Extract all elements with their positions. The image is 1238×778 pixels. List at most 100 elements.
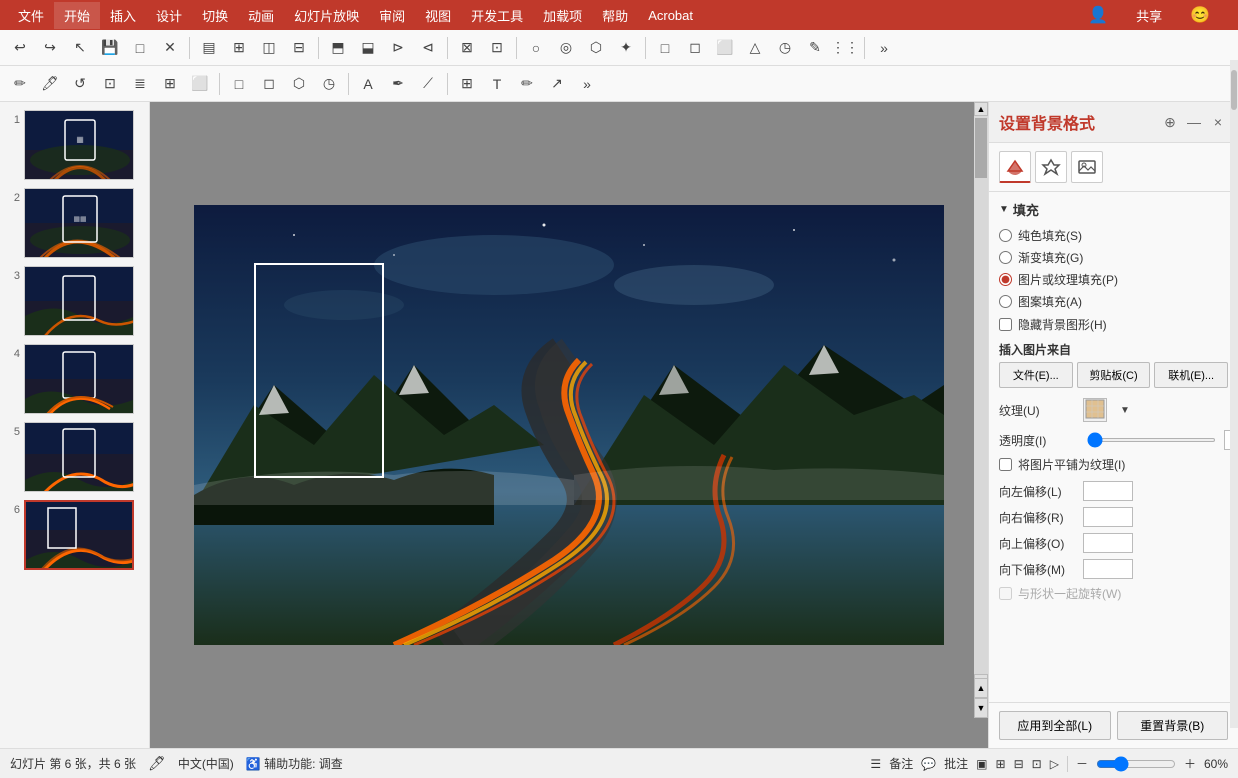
slide-image-3[interactable] (24, 266, 134, 336)
view-reading-button[interactable]: ⊡ (1032, 757, 1042, 771)
menu-review[interactable]: 审阅 (369, 2, 415, 29)
tb2-btn-4[interactable]: ⊡ (96, 70, 124, 98)
menu-insert[interactable]: 插入 (100, 2, 146, 29)
slide-thumb-3[interactable]: 3 (6, 266, 143, 336)
undo-button[interactable]: ↩ (6, 34, 34, 62)
slide-thumb-6[interactable]: 6 (6, 500, 143, 570)
scroll-thumb[interactable] (975, 118, 987, 178)
tb-btn-1[interactable]: ▤ (195, 34, 223, 62)
tb2-btn-1[interactable]: ✏ (6, 70, 34, 98)
menu-home[interactable]: 开始 (54, 2, 100, 29)
view-outline-button[interactable]: ⊞ (996, 757, 1006, 771)
tb-btn-2[interactable]: ⊞ (225, 34, 253, 62)
language-indicator[interactable]: 中文(中国) (178, 755, 234, 772)
tb-btn-5[interactable]: ⬒ (324, 34, 352, 62)
zoom-slider[interactable] (1096, 756, 1176, 772)
menu-animation[interactable]: 动画 (238, 2, 284, 29)
accessibility-indicator[interactable]: ♿ 辅助功能: 调查 (246, 755, 343, 772)
view-slide-sorter-button[interactable]: ⊟ (1014, 757, 1024, 771)
save-button[interactable]: 💾 (96, 34, 124, 62)
tb-btn-14[interactable]: ✦ (612, 34, 640, 62)
comments-button[interactable]: 批注 (944, 755, 968, 772)
tb2-btn-11[interactable]: ◷ (315, 70, 343, 98)
tb2-btn-5[interactable]: ≣ (126, 70, 154, 98)
slide-thumb-5[interactable]: 5 (6, 422, 143, 492)
notes-button[interactable]: 备注 (889, 755, 913, 772)
slide-image-5[interactable] (24, 422, 134, 492)
tb2-btn-8[interactable]: □ (225, 70, 253, 98)
tb-btn-13[interactable]: ⬡ (582, 34, 610, 62)
tb2-btn-9[interactable]: ◻ (255, 70, 283, 98)
zoom-out-button[interactable]: － (1076, 755, 1088, 772)
view-slideshow-button[interactable]: ▷ (1050, 757, 1059, 771)
slide-thumb-4[interactable]: 4 (6, 344, 143, 414)
texture-picker-button[interactable] (1083, 398, 1107, 422)
panel-pin-button[interactable]: ⊕ (1160, 112, 1180, 132)
more2-button[interactable]: » (573, 70, 601, 98)
menu-acrobat[interactable]: Acrobat (638, 4, 703, 27)
offset-down-input[interactable]: 0% (1083, 559, 1133, 579)
slide-thumb-2[interactable]: 2 ▦▦ (6, 188, 143, 258)
rotate-with-shape-checkbox[interactable] (999, 587, 1012, 600)
cursor-button[interactable]: ↖ (66, 34, 94, 62)
picture-fill-option[interactable]: 图片或纹理填充(P) (999, 271, 1228, 288)
tb2-btn-6[interactable]: ⊞ (156, 70, 184, 98)
tb-btn-7[interactable]: ⊳ (384, 34, 412, 62)
menu-file[interactable]: 文件 (8, 2, 54, 29)
rotate-with-shape-option[interactable]: 与形状一起旋转(W) (999, 585, 1228, 602)
hide-bg-option[interactable]: 隐藏背景图形(H) (999, 316, 1228, 333)
tb-btn-12[interactable]: ◎ (552, 34, 580, 62)
tb2-btn-2[interactable]: 🖊 (36, 70, 64, 98)
tb2-btn-16[interactable]: T (483, 70, 511, 98)
menu-view[interactable]: 视图 (415, 2, 461, 29)
tb2-btn-10[interactable]: ⬡ (285, 70, 313, 98)
menu-design[interactable]: 设计 (146, 2, 192, 29)
tb-btn-6[interactable]: ⬓ (354, 34, 382, 62)
slide-image-4[interactable] (24, 344, 134, 414)
tb2-btn-14[interactable]: ⟋ (414, 70, 442, 98)
online-button[interactable]: 联机(E)... (1154, 362, 1228, 388)
menu-help[interactable]: 帮助 (592, 2, 638, 29)
solid-fill-radio[interactable] (999, 229, 1012, 242)
gradient-fill-option[interactable]: 渐变填充(G) (999, 249, 1228, 266)
prev-slide-button[interactable]: ▲ (974, 678, 988, 698)
offset-right-input[interactable]: 0% (1083, 507, 1133, 527)
next-slide-button[interactable]: ▼ (974, 698, 988, 718)
menu-transition[interactable]: 切换 (192, 2, 238, 29)
zoom-in-button[interactable]: ＋ (1184, 755, 1196, 772)
tb-btn-11[interactable]: ○ (522, 34, 550, 62)
reset-background-button[interactable]: 重置背景(B) (1117, 711, 1229, 740)
quicksave-button[interactable]: □ (126, 34, 154, 62)
menu-dev[interactable]: 开发工具 (461, 2, 533, 29)
solid-fill-option[interactable]: 纯色填充(S) (999, 227, 1228, 244)
tb-btn-15[interactable]: □ (651, 34, 679, 62)
share-button[interactable]: 共享 (1126, 2, 1172, 29)
file-button[interactable]: 文件(E)... (999, 362, 1073, 388)
tb-btn-9[interactable]: ⊠ (453, 34, 481, 62)
tb2-btn-17[interactable]: ✏ (513, 70, 541, 98)
zoom-level[interactable]: 60% (1204, 757, 1228, 771)
gradient-fill-radio[interactable] (999, 251, 1012, 264)
fill-icon-button[interactable] (999, 151, 1031, 183)
texture-dropdown-button[interactable]: ▼ (1111, 396, 1139, 424)
redo-button[interactable]: ↪ (36, 34, 64, 62)
transparency-slider[interactable] (1087, 438, 1216, 442)
view-normal-button[interactable]: ▣ (976, 757, 987, 771)
picture-fill-radio[interactable] (999, 273, 1012, 286)
panel-close-button[interactable]: × (1208, 112, 1228, 132)
scroll-up-button[interactable]: ▲ (974, 102, 988, 116)
panel-minimize-button[interactable]: — (1184, 112, 1204, 132)
more-button[interactable]: » (870, 34, 898, 62)
close-button[interactable]: ✕ (156, 34, 184, 62)
offset-left-input[interactable]: 0% (1083, 481, 1133, 501)
tb-btn-3[interactable]: ◫ (255, 34, 283, 62)
apply-all-button[interactable]: 应用到全部(L) (999, 711, 1111, 740)
tb-btn-21[interactable]: ⋮⋮ (831, 34, 859, 62)
pattern-fill-option[interactable]: 图案填充(A) (999, 293, 1228, 310)
tb-btn-16[interactable]: ◻ (681, 34, 709, 62)
tb2-btn-13[interactable]: ✒ (384, 70, 412, 98)
tb-btn-20[interactable]: ✎ (801, 34, 829, 62)
selection-box[interactable] (254, 263, 384, 478)
tb-btn-17[interactable]: ⬜ (711, 34, 739, 62)
hide-bg-checkbox[interactable] (999, 318, 1012, 331)
